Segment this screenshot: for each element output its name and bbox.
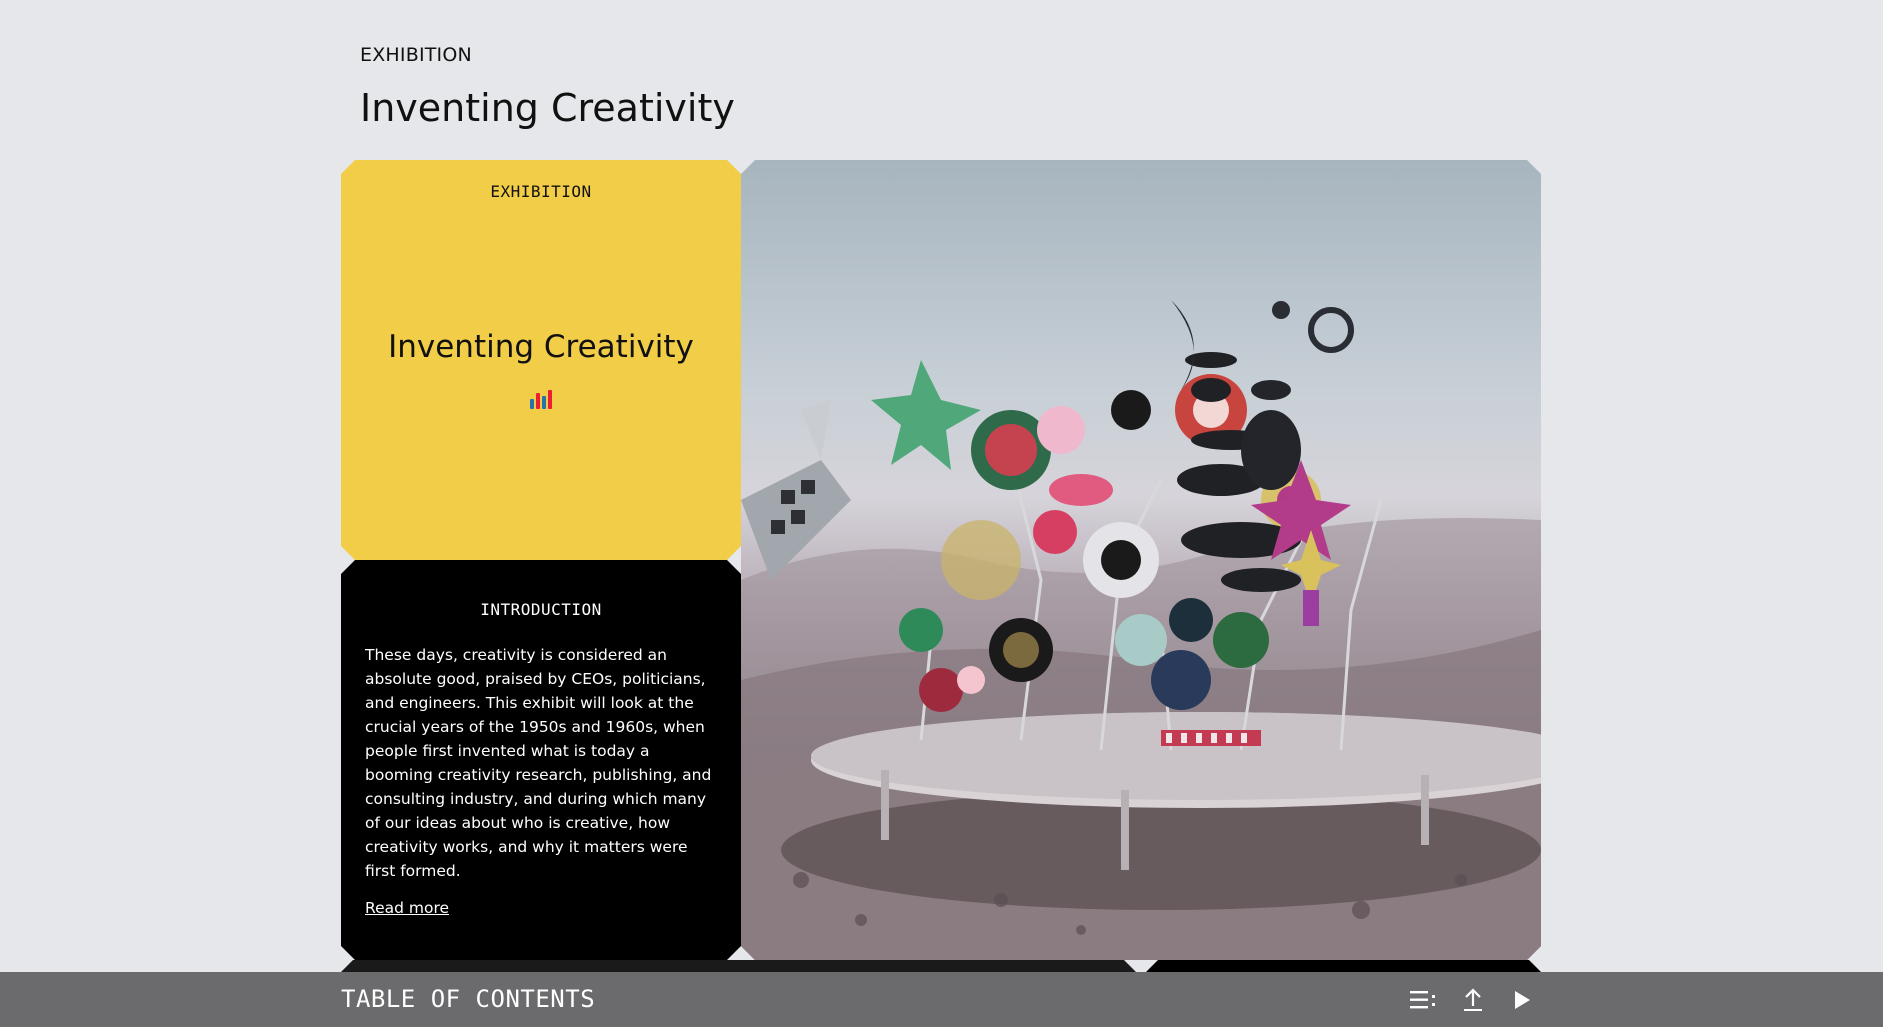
iiif-logo-icon[interactable] [528, 389, 554, 409]
table-of-contents-bar: TABLE OF CONTENTS [0, 972, 1883, 1027]
page-eyebrow: EXHIBITION [360, 44, 472, 66]
cover-card-kicker: EXHIBITION [490, 182, 592, 201]
iiif-logo-bar [536, 393, 540, 409]
cover-card-title: Inventing Creativity [388, 329, 694, 365]
iiif-logo-bar [548, 390, 552, 409]
intro-card: INTRODUCTION These days, creativity is c… [341, 560, 741, 960]
cover-card[interactable]: EXHIBITION Inventing Creativity [341, 160, 741, 560]
next-card-preview [341, 960, 1136, 972]
table-of-contents-button[interactable]: TABLE OF CONTENTS [341, 985, 595, 1013]
exhibition-photo[interactable] [741, 160, 1541, 960]
upload-icon[interactable] [1459, 986, 1487, 1014]
list-icon[interactable] [1410, 986, 1438, 1014]
page: EXHIBITION Inventing Creativity EXHIBITI… [0, 0, 1883, 1027]
intro-card-kicker: INTRODUCTION [480, 600, 602, 619]
intro-card-text: These days, creativity is considered an … [365, 646, 712, 880]
iiif-logo-bar [542, 396, 546, 409]
page-title: Inventing Creativity [360, 86, 735, 130]
next-card-preview [1146, 960, 1541, 972]
read-more-link[interactable]: Read more [365, 899, 449, 917]
play-icon[interactable] [1508, 986, 1536, 1014]
iiif-logo-bar [530, 399, 534, 409]
exhibition-photo-illustration [741, 160, 1541, 960]
